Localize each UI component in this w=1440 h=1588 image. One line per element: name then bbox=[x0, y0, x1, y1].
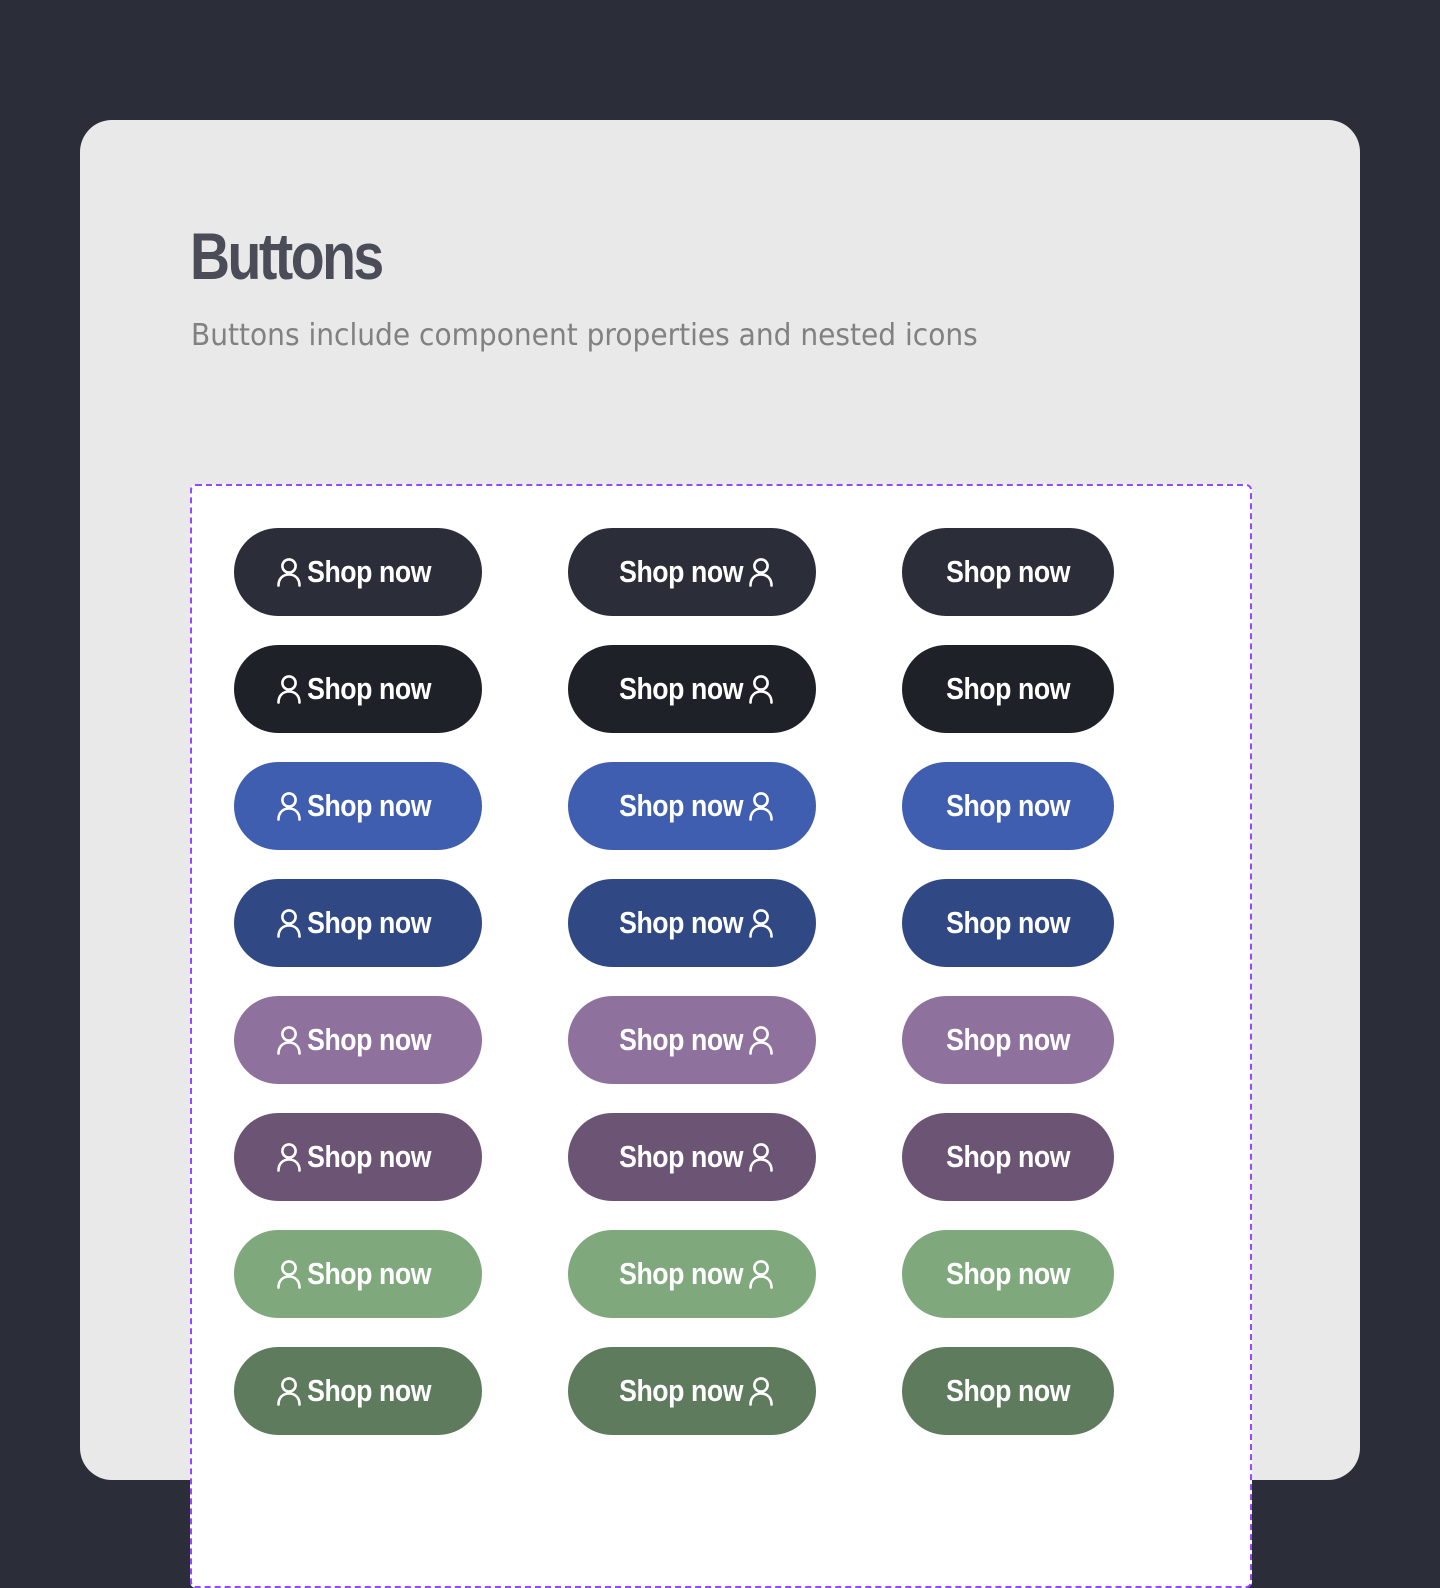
shop-now-button-purple-pressed-icon-right[interactable]: Shop now bbox=[568, 1113, 816, 1201]
user-icon bbox=[275, 1141, 303, 1173]
user-icon bbox=[747, 556, 775, 588]
shop-now-button-blue-icon-none[interactable]: Shop now bbox=[902, 762, 1114, 850]
shop-now-button-dark-pressed-icon-right[interactable]: Shop now bbox=[568, 645, 816, 733]
shop-now-button-purple-pressed-icon-none[interactable]: Shop now bbox=[902, 1113, 1114, 1201]
button-label: Shop now bbox=[619, 1256, 743, 1291]
button-label: Shop now bbox=[307, 1373, 431, 1408]
shop-now-button-green-icon-none[interactable]: Shop now bbox=[902, 1230, 1114, 1318]
button-label: Shop now bbox=[946, 1256, 1070, 1291]
user-icon bbox=[747, 1024, 775, 1056]
button-label: Shop now bbox=[946, 1373, 1070, 1408]
user-icon bbox=[747, 1258, 775, 1290]
button-label: Shop now bbox=[619, 788, 743, 823]
shop-now-button-dark-pressed-icon-none[interactable]: Shop now bbox=[902, 645, 1114, 733]
button-label: Shop now bbox=[619, 671, 743, 706]
user-icon bbox=[275, 673, 303, 705]
shop-now-button-blue-pressed-icon-none[interactable]: Shop now bbox=[902, 879, 1114, 967]
user-icon bbox=[747, 790, 775, 822]
user-icon bbox=[275, 907, 303, 939]
button-label: Shop now bbox=[619, 1022, 743, 1057]
user-icon bbox=[747, 673, 775, 705]
shop-now-button-green-icon-right[interactable]: Shop now bbox=[568, 1230, 816, 1318]
shop-now-button-purple-icon-left[interactable]: Shop now bbox=[234, 996, 482, 1084]
shop-now-button-blue-icon-left[interactable]: Shop now bbox=[234, 762, 482, 850]
shop-now-button-purple-icon-right[interactable]: Shop now bbox=[568, 996, 816, 1084]
user-icon bbox=[747, 1375, 775, 1407]
shop-now-button-dark-icon-none[interactable]: Shop now bbox=[902, 528, 1114, 616]
button-label: Shop now bbox=[307, 1139, 431, 1174]
user-icon bbox=[747, 1141, 775, 1173]
user-icon bbox=[275, 790, 303, 822]
shop-now-button-dark-pressed-icon-left[interactable]: Shop now bbox=[234, 645, 482, 733]
shop-now-button-dark-icon-left[interactable]: Shop now bbox=[234, 528, 482, 616]
user-icon bbox=[275, 556, 303, 588]
button-label: Shop now bbox=[946, 788, 1070, 823]
button-label: Shop now bbox=[619, 905, 743, 940]
button-label: Shop now bbox=[619, 1139, 743, 1174]
user-icon bbox=[275, 1258, 303, 1290]
button-label: Shop now bbox=[619, 554, 743, 589]
button-label: Shop now bbox=[946, 671, 1070, 706]
button-label: Shop now bbox=[946, 1139, 1070, 1174]
user-icon bbox=[275, 1375, 303, 1407]
user-icon bbox=[275, 1024, 303, 1056]
page-subtitle: Buttons include component properties and… bbox=[191, 318, 978, 353]
user-icon bbox=[747, 907, 775, 939]
shop-now-button-purple-icon-none[interactable]: Shop now bbox=[902, 996, 1114, 1084]
button-label: Shop now bbox=[307, 1022, 431, 1057]
button-label: Shop now bbox=[307, 905, 431, 940]
button-label: Shop now bbox=[946, 1022, 1070, 1057]
button-label: Shop now bbox=[307, 671, 431, 706]
button-label: Shop now bbox=[307, 554, 431, 589]
shop-now-button-blue-pressed-icon-left[interactable]: Shop now bbox=[234, 879, 482, 967]
shop-now-button-green-pressed-icon-right[interactable]: Shop now bbox=[568, 1347, 816, 1435]
button-label: Shop now bbox=[307, 1256, 431, 1291]
shop-now-button-purple-pressed-icon-left[interactable]: Shop now bbox=[234, 1113, 482, 1201]
shop-now-button-blue-icon-right[interactable]: Shop now bbox=[568, 762, 816, 850]
shop-now-button-blue-pressed-icon-right[interactable]: Shop now bbox=[568, 879, 816, 967]
component-set-frame: Shop now Shop now Shop now Shop now Shop now… bbox=[190, 484, 1252, 1588]
page-title: Buttons bbox=[190, 219, 384, 293]
button-label: Shop now bbox=[307, 788, 431, 823]
shop-now-button-green-pressed-icon-none[interactable]: Shop now bbox=[902, 1347, 1114, 1435]
shop-now-button-green-pressed-icon-left[interactable]: Shop now bbox=[234, 1347, 482, 1435]
shop-now-button-dark-icon-right[interactable]: Shop now bbox=[568, 528, 816, 616]
showcase-card: Buttons Buttons include component proper… bbox=[80, 120, 1360, 1588]
shop-now-button-green-icon-left[interactable]: Shop now bbox=[234, 1230, 482, 1318]
button-label: Shop now bbox=[946, 905, 1070, 940]
button-label: Shop now bbox=[619, 1373, 743, 1408]
button-label: Shop now bbox=[946, 554, 1070, 589]
